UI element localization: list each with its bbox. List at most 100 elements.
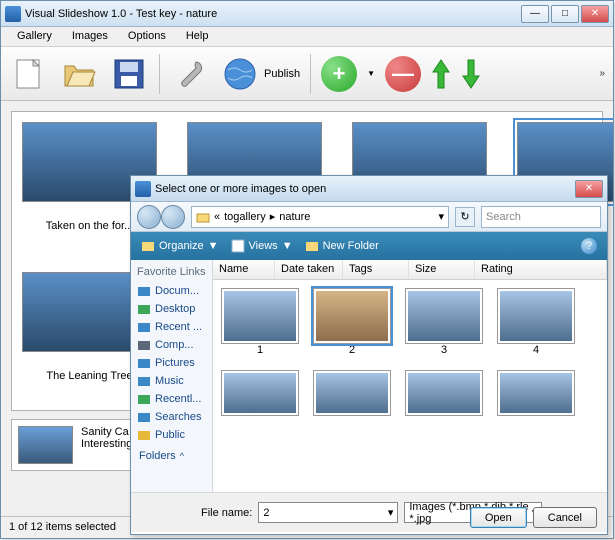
file-thumbnail-icon: [497, 370, 575, 416]
file-thumbnail-icon: [405, 370, 483, 416]
col-date[interactable]: Date taken: [275, 260, 343, 279]
close-button[interactable]: ✕: [581, 5, 609, 23]
file-thumbnail-icon: [313, 288, 391, 344]
folder-icon: [137, 428, 151, 442]
help-icon[interactable]: ?: [581, 238, 597, 254]
file-item[interactable]: 4: [497, 288, 575, 356]
col-size[interactable]: Size: [409, 260, 475, 279]
open-dialog: Select one or more images to open ✕ « to…: [130, 175, 608, 535]
wrench-icon[interactable]: [170, 54, 210, 94]
file-label: 1: [221, 344, 299, 356]
file-item[interactable]: 3: [405, 288, 483, 356]
column-headers[interactable]: Name Date taken Tags Size Rating: [213, 260, 607, 280]
folder-icon: [137, 338, 151, 352]
file-item[interactable]: [221, 370, 299, 416]
main-title: Visual Slideshow 1.0 - Test key - nature: [25, 8, 521, 20]
open-folder-icon[interactable]: [59, 54, 99, 94]
move-down-icon[interactable]: [461, 56, 481, 92]
app-icon: [5, 6, 21, 22]
file-item[interactable]: [497, 370, 575, 416]
nav-row: « togallery▸ nature ▾ ↻ Search: [131, 202, 607, 232]
folder-icon: [137, 284, 151, 298]
folder-icon: [137, 410, 151, 424]
cancel-button[interactable]: Cancel: [533, 507, 597, 528]
search-input[interactable]: Search: [481, 206, 601, 228]
favorite-link[interactable]: Docum...: [135, 282, 208, 300]
menu-options[interactable]: Options: [118, 27, 176, 46]
refresh-button[interactable]: ↻: [455, 207, 475, 227]
globe-icon[interactable]: [220, 54, 260, 94]
file-item[interactable]: [405, 370, 483, 416]
main-toolbar: Publish + ▼ — »: [1, 47, 613, 101]
remove-button[interactable]: —: [385, 56, 421, 92]
file-label: 2: [313, 344, 391, 356]
menubar: Gallery Images Options Help: [1, 27, 613, 47]
folder-icon: [137, 392, 151, 406]
menu-gallery[interactable]: Gallery: [7, 27, 62, 46]
newfolder-icon: [305, 239, 319, 253]
status-text: 1 of 12 items selected: [9, 521, 116, 533]
organize-icon: [141, 239, 155, 253]
favorite-link[interactable]: Recentl...: [135, 390, 208, 408]
caption-text[interactable]: Sanity Ca Interesting: [81, 426, 132, 450]
col-rating[interactable]: Rating: [475, 260, 607, 279]
favorite-link[interactable]: Searches: [135, 408, 208, 426]
dialog-close-button[interactable]: ✕: [575, 180, 603, 198]
favorite-link[interactable]: Music: [135, 372, 208, 390]
folder-icon: [196, 210, 210, 224]
file-item[interactable]: 2: [313, 288, 391, 356]
favorite-link[interactable]: Desktop: [135, 300, 208, 318]
menu-images[interactable]: Images: [62, 27, 118, 46]
file-label: 3: [405, 344, 483, 356]
file-thumbnail-icon: [221, 288, 299, 344]
file-thumbnail-icon: [221, 370, 299, 416]
favorite-link[interactable]: Public: [135, 426, 208, 444]
new-page-icon[interactable]: [9, 54, 49, 94]
folder-icon: [137, 320, 151, 334]
add-button[interactable]: +: [321, 56, 357, 92]
file-label: 4: [497, 344, 575, 356]
save-icon[interactable]: [109, 54, 149, 94]
dialog-icon: [135, 181, 151, 197]
open-button[interactable]: Open: [470, 507, 527, 528]
back-button[interactable]: [137, 205, 161, 229]
folder-icon: [137, 356, 151, 370]
folders-toggle[interactable]: Folders ^: [135, 444, 208, 468]
organize-button[interactable]: Organize ▼: [141, 239, 219, 253]
favorite-link[interactable]: Comp...: [135, 336, 208, 354]
filename-label: File name:: [201, 507, 252, 519]
favorites-panel: Favorite Links Docum...DesktopRecent ...…: [131, 260, 213, 492]
file-item[interactable]: 1: [221, 288, 299, 356]
dialog-title: Select one or more images to open: [155, 183, 575, 195]
file-thumbnail-icon: [497, 288, 575, 344]
favorite-link[interactable]: Pictures: [135, 354, 208, 372]
folder-icon: [137, 374, 151, 388]
favorite-link[interactable]: Recent ...: [135, 318, 208, 336]
file-area: Name Date taken Tags Size Rating 1 2 3 4: [213, 260, 607, 492]
views-button[interactable]: Views ▼: [231, 239, 293, 253]
menu-help[interactable]: Help: [176, 27, 219, 46]
col-name[interactable]: Name: [213, 260, 275, 279]
new-folder-button[interactable]: New Folder: [305, 239, 379, 253]
col-tags[interactable]: Tags: [343, 260, 409, 279]
overflow-icon[interactable]: »: [599, 68, 605, 79]
caption-thumb-icon: [18, 426, 73, 464]
forward-button[interactable]: [161, 205, 185, 229]
command-bar: Organize ▼ Views ▼ New Folder ?: [131, 232, 607, 260]
filename-input[interactable]: 2▾: [258, 502, 398, 523]
favorites-title: Favorite Links: [135, 264, 208, 282]
maximize-button[interactable]: □: [551, 5, 579, 23]
path-seg[interactable]: nature: [279, 211, 310, 223]
path-seg[interactable]: togallery: [224, 211, 266, 223]
move-up-icon[interactable]: [431, 56, 451, 92]
publish-label[interactable]: Publish: [264, 68, 300, 80]
folder-icon: [137, 302, 151, 316]
path-box[interactable]: « togallery▸ nature ▾: [191, 206, 449, 228]
file-item[interactable]: [313, 370, 391, 416]
dialog-titlebar[interactable]: Select one or more images to open ✕: [131, 176, 607, 202]
minimize-button[interactable]: —: [521, 5, 549, 23]
file-thumbnail-icon: [405, 288, 483, 344]
file-grid[interactable]: 1 2 3 4: [213, 280, 607, 492]
main-titlebar[interactable]: Visual Slideshow 1.0 - Test key - nature…: [1, 1, 613, 27]
file-thumbnail-icon: [313, 370, 391, 416]
